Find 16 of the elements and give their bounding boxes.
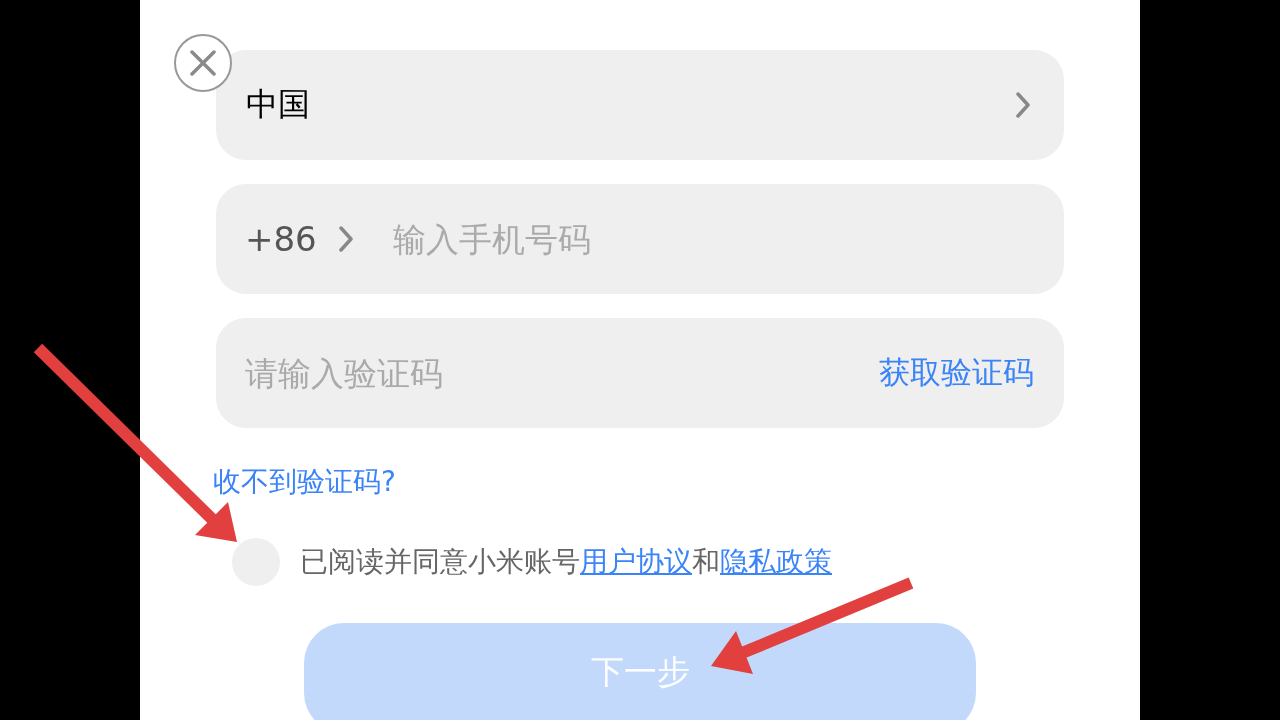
agreement-link[interactable]: 用户协议 (580, 545, 692, 578)
phone-number-input[interactable]: 输入手机号码 (392, 216, 1034, 262)
chevron-icon (1016, 92, 1030, 118)
chevron-icon (338, 226, 353, 252)
get-code-link[interactable]: 获取验证码 (879, 352, 1034, 394)
country-code-button[interactable]: +86 (245, 219, 353, 259)
agreement-checkbox[interactable] (232, 538, 280, 586)
verification-code-field[interactable]: 请输入验证码 获取验证码 (216, 318, 1064, 428)
agreement-link[interactable]: 隐私政策 (720, 545, 832, 578)
verification-code-input[interactable]: 请输入验证码 (245, 350, 879, 396)
close-button[interactable] (174, 34, 232, 92)
no-code-link[interactable]: 收不到验证码? (213, 465, 396, 499)
region-selector[interactable]: 中国 (216, 50, 1064, 160)
agreement-text: 已阅读并同意小米账号用户协议和隐私政策 (300, 545, 832, 579)
close-icon (190, 50, 216, 76)
phone-field[interactable]: +86 输入手机号码 (216, 184, 1064, 294)
